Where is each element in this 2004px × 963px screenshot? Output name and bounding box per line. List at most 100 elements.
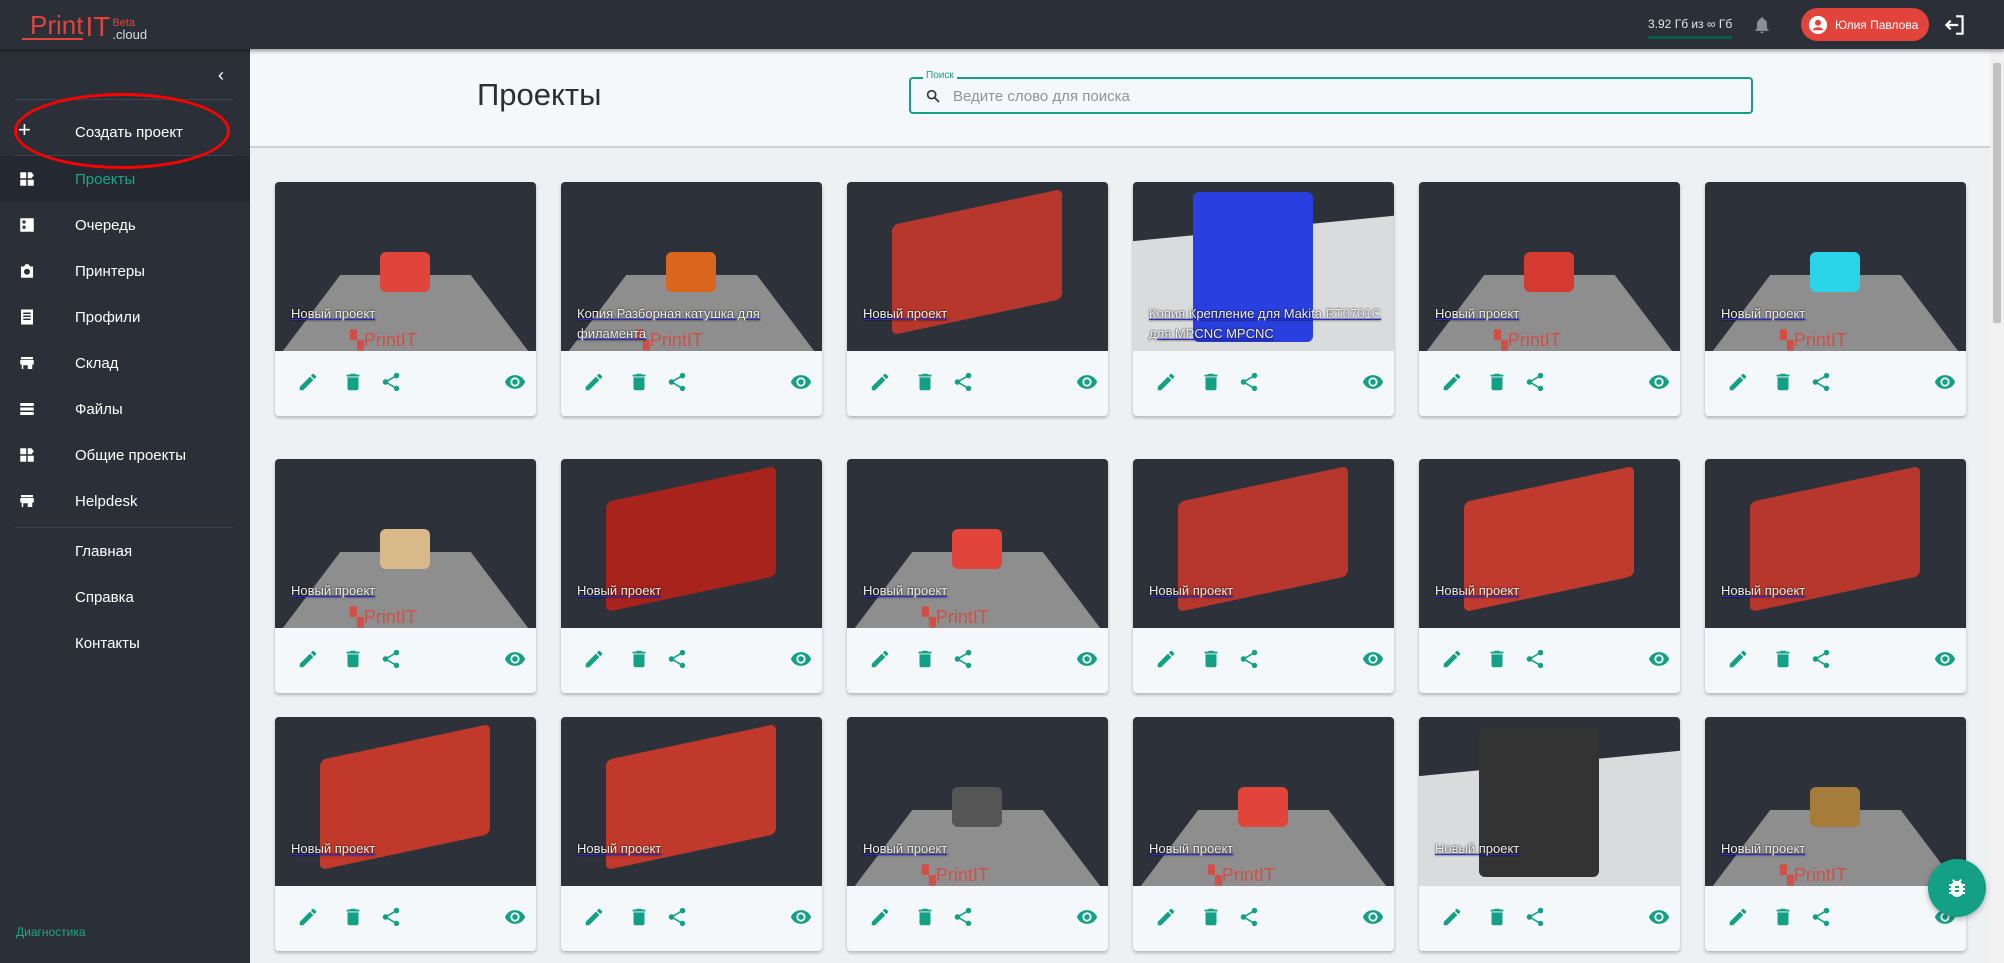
delete-button[interactable]	[1200, 906, 1222, 928]
delete-button[interactable]	[1486, 371, 1508, 393]
share-button[interactable]	[666, 906, 688, 928]
view-button[interactable]	[790, 371, 812, 393]
share-button[interactable]	[1810, 648, 1832, 670]
delete-button[interactable]	[1200, 648, 1222, 670]
share-button[interactable]	[1238, 648, 1260, 670]
project-title-link[interactable]: Новый проект	[863, 304, 1098, 324]
logo[interactable]: Print IT Beta .cloud	[22, 10, 147, 41]
view-button[interactable]	[1648, 648, 1670, 670]
view-button[interactable]	[504, 371, 526, 393]
project-thumbnail[interactable]: Новый проект	[1133, 459, 1394, 628]
project-title-link[interactable]: Новый проект	[1149, 839, 1384, 859]
user-menu-button[interactable]: Юлия Павлова	[1801, 8, 1929, 41]
view-button[interactable]	[504, 648, 526, 670]
edit-button[interactable]	[297, 648, 319, 670]
view-button[interactable]	[1648, 906, 1670, 928]
delete-button[interactable]	[342, 648, 364, 670]
project-title-link[interactable]: Копия Разборная катушка для филамента	[577, 304, 812, 344]
view-button[interactable]	[790, 648, 812, 670]
project-title-link[interactable]: Новый проект	[1721, 839, 1956, 859]
edit-button[interactable]	[583, 648, 605, 670]
sidebar-item-3[interactable]: Принтеры	[0, 248, 250, 294]
delete-button[interactable]	[914, 906, 936, 928]
share-button[interactable]	[1810, 906, 1832, 928]
project-title-link[interactable]: Новый проект	[291, 581, 526, 601]
project-title-link[interactable]: Новый проект	[577, 839, 812, 859]
project-title-link[interactable]: Новый проект	[863, 839, 1098, 859]
sidebar-item-6[interactable]: Файлы	[0, 386, 250, 432]
scrollbar[interactable]	[1990, 49, 2004, 963]
view-button[interactable]	[1648, 371, 1670, 393]
project-thumbnail[interactable]: Новый проект	[1419, 717, 1680, 886]
edit-button[interactable]	[1441, 648, 1463, 670]
project-thumbnail[interactable]: ▚PrintIT Новый проект	[847, 459, 1108, 628]
project-thumbnail[interactable]: Новый проект	[847, 182, 1108, 351]
delete-button[interactable]	[1772, 648, 1794, 670]
project-thumbnail[interactable]: ▚PrintIT Новый проект	[1705, 182, 1966, 351]
delete-button[interactable]	[914, 371, 936, 393]
delete-button[interactable]	[628, 371, 650, 393]
edit-button[interactable]	[1155, 648, 1177, 670]
delete-button[interactable]	[1486, 648, 1508, 670]
project-thumbnail[interactable]: Новый проект	[1705, 459, 1966, 628]
share-button[interactable]	[1238, 371, 1260, 393]
sidebar-item-5[interactable]: Склад	[0, 340, 250, 386]
project-thumbnail[interactable]: ▚PrintIT Копия Разборная катушка для фила…	[561, 182, 822, 351]
share-button[interactable]	[1524, 906, 1546, 928]
edit-button[interactable]	[1727, 648, 1749, 670]
view-button[interactable]	[1934, 371, 1956, 393]
sidebar-link-help[interactable]: Справка	[0, 574, 250, 620]
project-thumbnail[interactable]: ▚PrintIT Новый проект	[275, 182, 536, 351]
project-title-link[interactable]: Новый проект	[1435, 839, 1670, 859]
edit-button[interactable]	[297, 906, 319, 928]
delete-button[interactable]	[342, 371, 364, 393]
project-title-link[interactable]: Новый проект	[1149, 581, 1384, 601]
delete-button[interactable]	[628, 906, 650, 928]
project-title-link[interactable]: Новый проект	[577, 581, 812, 601]
share-button[interactable]	[380, 906, 402, 928]
bell-icon[interactable]	[1752, 14, 1772, 36]
collapse-sidebar-chevron-icon[interactable]: ‹	[218, 65, 224, 86]
diagnostics-link[interactable]: Диагностика	[16, 925, 86, 939]
scrollbar-thumb[interactable]	[1993, 63, 2001, 323]
project-thumbnail[interactable]: ▚PrintIT Новый проект	[847, 717, 1108, 886]
share-button[interactable]	[1238, 906, 1260, 928]
view-button[interactable]	[1362, 648, 1384, 670]
edit-button[interactable]	[1155, 371, 1177, 393]
project-title-link[interactable]: Новый проект	[1435, 581, 1670, 601]
search-input[interactable]	[953, 85, 1733, 107]
project-thumbnail[interactable]: ▚PrintIT Новый проект	[1419, 182, 1680, 351]
edit-button[interactable]	[869, 906, 891, 928]
edit-button[interactable]	[1727, 371, 1749, 393]
view-button[interactable]	[790, 906, 812, 928]
delete-button[interactable]	[1772, 371, 1794, 393]
project-title-link[interactable]: Новый проект	[863, 581, 1098, 601]
sidebar-link-contacts[interactable]: Контакты	[0, 620, 250, 666]
sidebar-item-2[interactable]: Очередь	[0, 202, 250, 248]
delete-button[interactable]	[1486, 906, 1508, 928]
edit-button[interactable]	[1155, 906, 1177, 928]
edit-button[interactable]	[1441, 371, 1463, 393]
project-thumbnail[interactable]: ▚PrintIT Новый проект	[1133, 717, 1394, 886]
view-button[interactable]	[504, 906, 526, 928]
project-thumbnail[interactable]: ▚PrintIT Новый проект	[1705, 717, 1966, 886]
view-button[interactable]	[1076, 906, 1098, 928]
edit-button[interactable]	[297, 371, 319, 393]
project-title-link[interactable]: Копия Крепление для Makita RT0701C для M…	[1149, 304, 1384, 344]
view-button[interactable]	[1076, 371, 1098, 393]
project-thumbnail[interactable]: Новый проект	[561, 717, 822, 886]
project-thumbnail[interactable]: Копия Крепление для Makita RT0701C для M…	[1133, 182, 1394, 351]
delete-button[interactable]	[1772, 906, 1794, 928]
report-bug-button[interactable]	[1928, 859, 1986, 917]
share-button[interactable]	[1524, 371, 1546, 393]
project-title-link[interactable]: Новый проект	[1721, 581, 1956, 601]
sidebar-link-home[interactable]: Главная	[0, 528, 250, 574]
share-button[interactable]	[380, 371, 402, 393]
delete-button[interactable]	[1200, 371, 1222, 393]
search-field[interactable]: Поиск	[909, 70, 1753, 114]
project-thumbnail[interactable]: Новый проект	[561, 459, 822, 628]
share-button[interactable]	[666, 371, 688, 393]
project-title-link[interactable]: Новый проект	[291, 839, 526, 859]
share-button[interactable]	[1524, 648, 1546, 670]
share-button[interactable]	[952, 648, 974, 670]
